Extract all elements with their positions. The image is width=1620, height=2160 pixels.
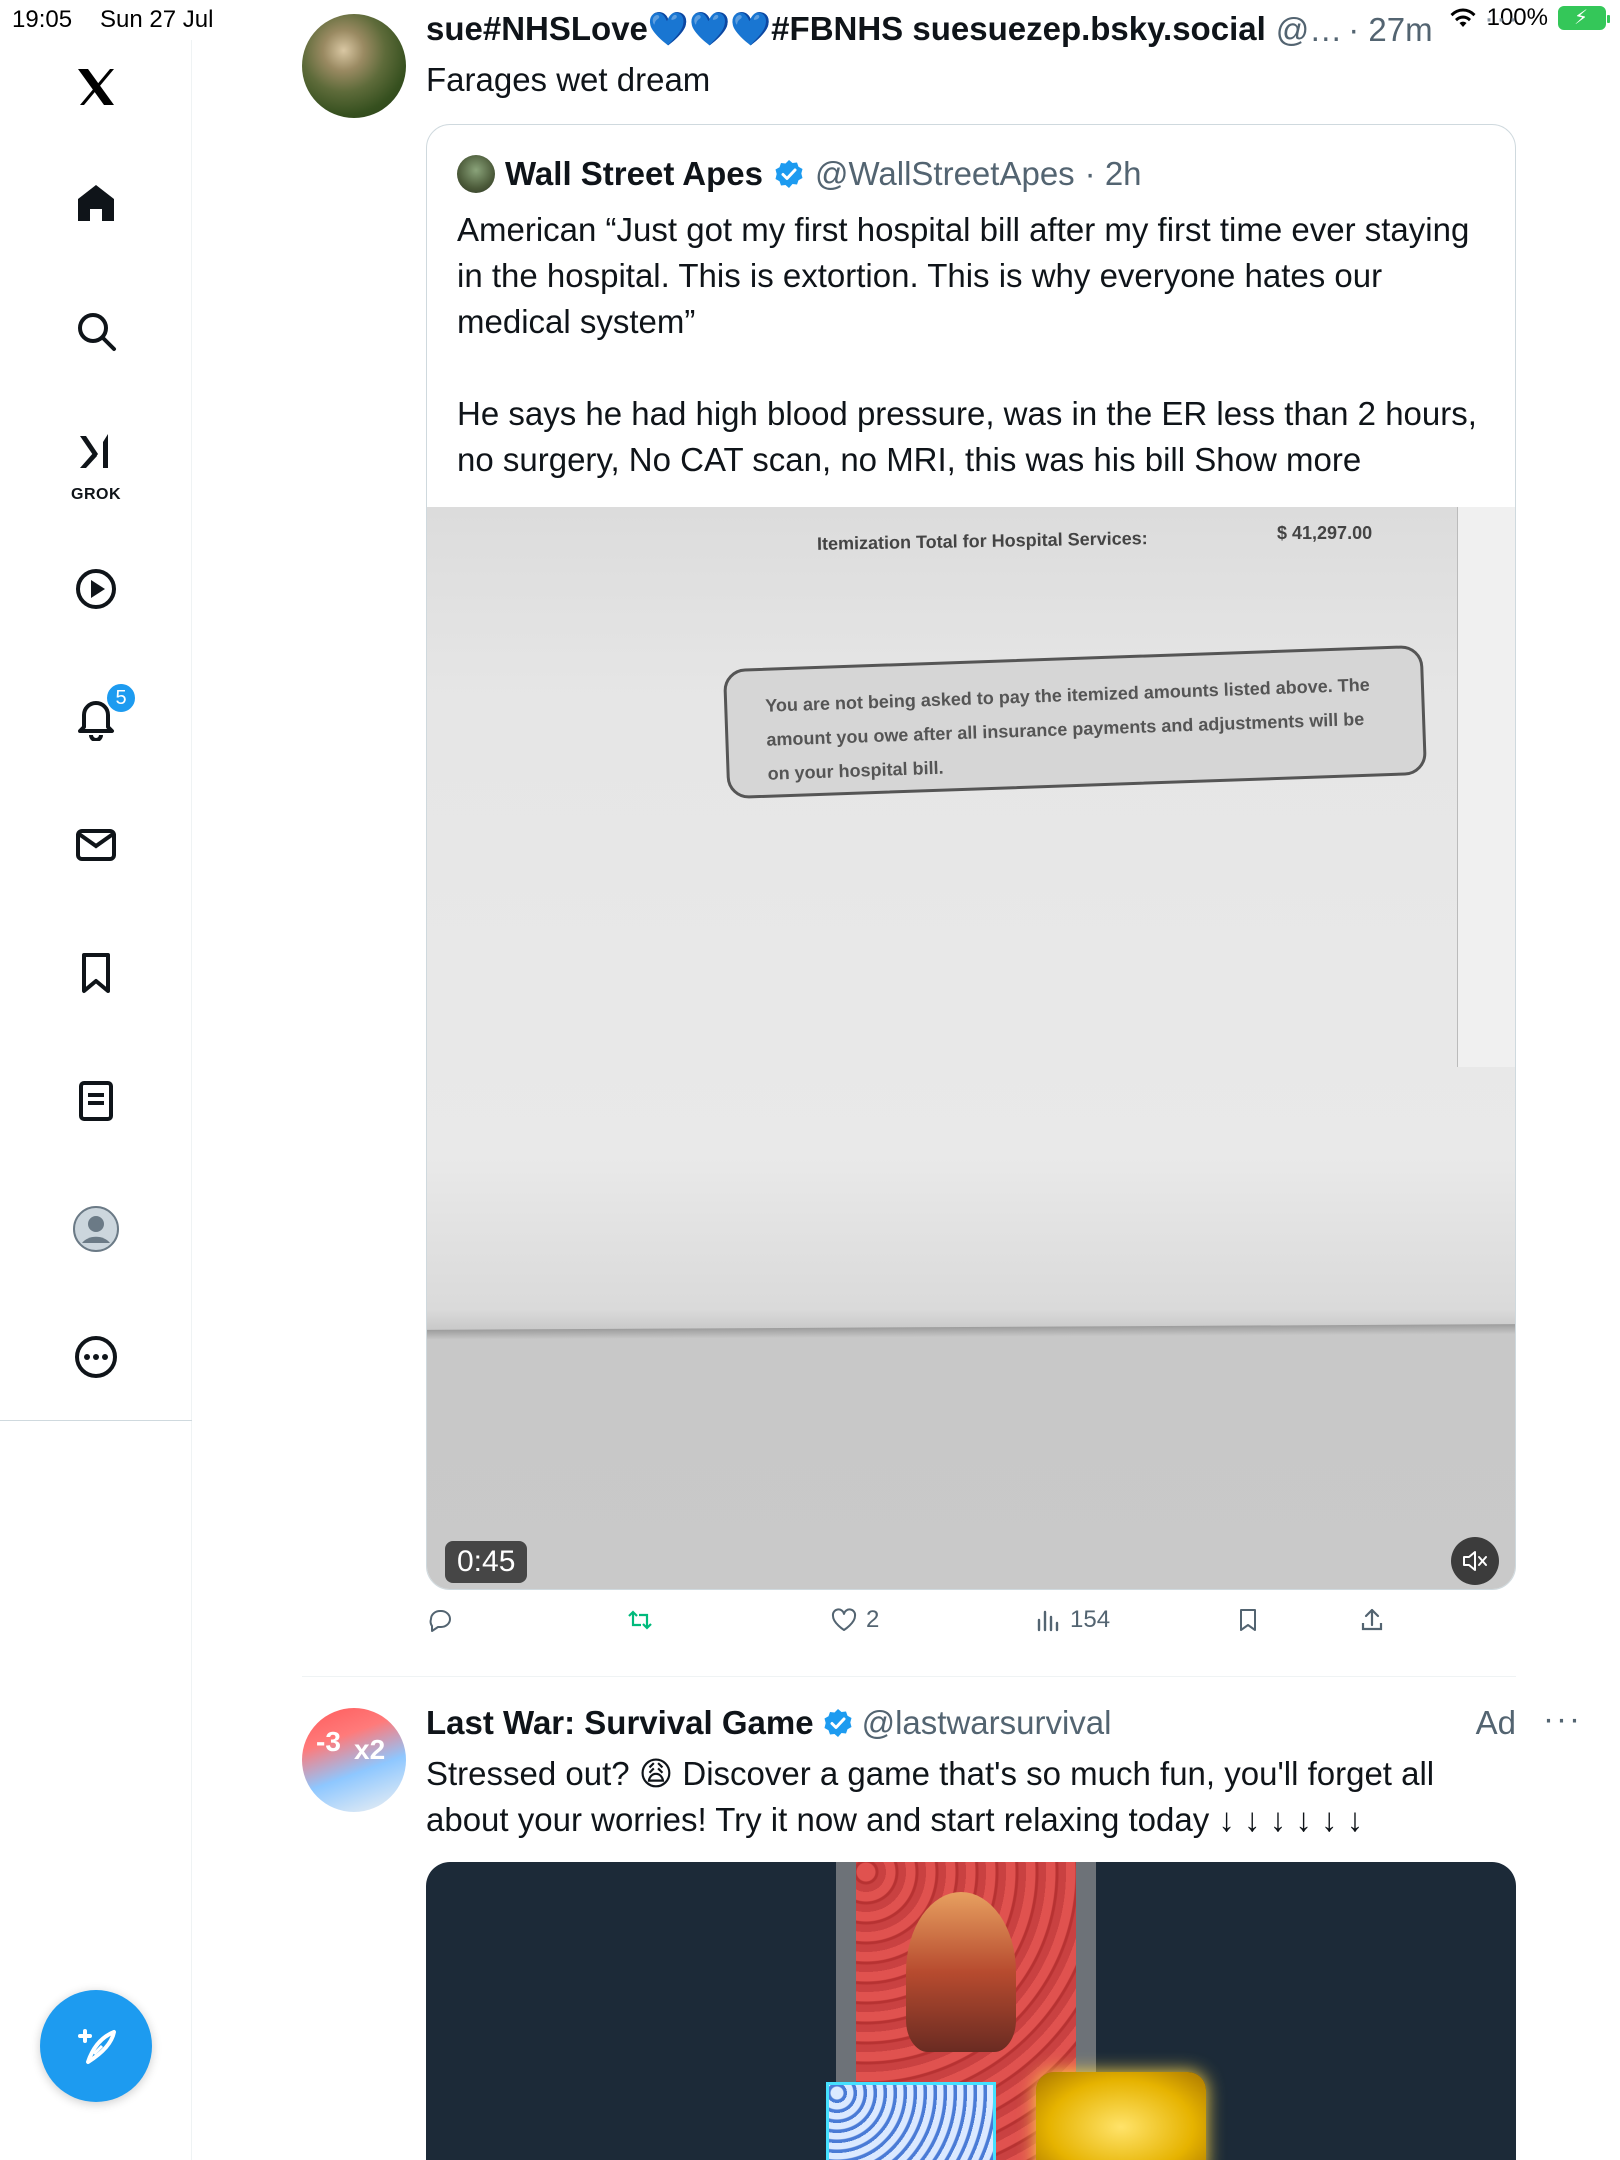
blue-squad [826, 2082, 996, 2160]
messages-icon[interactable] [51, 800, 141, 890]
ad-more-options-icon[interactable]: ··· [1543, 1700, 1582, 1738]
bookmark-icon [1240, 1609, 1256, 1631]
quote-avatar[interactable] [457, 155, 495, 193]
quote-paragraph-1: American “Just got my first hospital bil… [457, 211, 1470, 340]
views-button[interactable]: 154 [1034, 1606, 1110, 1634]
quote-display-name[interactable]: Wall Street Apes [505, 155, 763, 193]
bookmarks-icon[interactable] [51, 928, 141, 1018]
views-icon [1037, 1610, 1059, 1632]
retweet-button[interactable] [626, 1606, 654, 1634]
lists-icon[interactable] [51, 1056, 141, 1146]
mute-button[interactable] [1451, 1537, 1499, 1585]
sidebar: GROK 5 [0, 40, 192, 2160]
search-icon[interactable] [51, 286, 141, 376]
notification-badge: 5 [105, 682, 137, 714]
status-icons: 100% ⚡ [1449, 4, 1610, 32]
quote-header: Wall Street Apes @WallStreetApes · 2h [457, 155, 1142, 193]
x-logo-icon[interactable] [51, 42, 141, 132]
timestamp[interactable]: · 27m [1348, 11, 1432, 49]
video-icon[interactable] [51, 544, 141, 634]
verified-badge-icon [775, 160, 803, 188]
tweet-text: Farages wet dream [426, 61, 711, 98]
tweet-actions: 2 154 [426, 1606, 1426, 1646]
heart-icon [831, 1608, 857, 1631]
quote-text: American “Just got my first hospital bil… [457, 207, 1487, 483]
notifications-icon[interactable]: 5 [51, 672, 141, 762]
view-count: 154 [1070, 1606, 1111, 1633]
ad-avatar[interactable]: -3 x2 [302, 1708, 406, 1812]
quote-handle[interactable]: @WallStreetApes [815, 155, 1075, 193]
ad-label: Ad [1475, 1704, 1516, 1741]
home-icon[interactable] [51, 158, 141, 248]
sidebar-divider [0, 1420, 192, 1421]
like-button[interactable]: 2 [830, 1606, 879, 1634]
paper-label: Itemization Total for Hospital Services: [816, 528, 1148, 554]
paper-shadow [427, 1324, 1515, 1340]
display-name[interactable]: sue#NHSLove💙💙💙#FBNHS suesuezep.bsky.soci… [426, 10, 1266, 49]
status-date: Sun 27 Jul [100, 6, 214, 33]
ad-tweet-text: Stressed out? 😩 Discover a game that's s… [426, 1755, 1435, 1838]
share-button[interactable] [1358, 1606, 1386, 1634]
grok-icon[interactable]: GROK [51, 416, 141, 506]
retweet-icon [628, 1610, 652, 1630]
paper-edge [1457, 507, 1515, 1067]
verified-badge-icon [824, 1709, 852, 1737]
handle[interactable]: @… [1276, 11, 1343, 49]
share-icon [1361, 1608, 1383, 1631]
tweet-header: sue#NHSLove💙💙💙#FBNHS suesuezep.bsky.soci… [426, 10, 1433, 49]
bookmark-button[interactable] [1234, 1606, 1262, 1634]
more-icon[interactable] [51, 1312, 141, 1402]
status-time: 19:05 [12, 6, 73, 33]
show-more-link[interactable]: Show more [1194, 441, 1361, 478]
wifi-icon [1450, 8, 1476, 27]
grok-label: GROK [71, 486, 121, 503]
quote-timestamp[interactable]: · 2h [1085, 155, 1142, 193]
compose-button[interactable] [40, 1990, 152, 2102]
avatar-badge-times: x2 [354, 1734, 386, 1765]
muted-speaker-icon [1463, 1551, 1487, 1571]
video-player[interactable]: Itemization Total for Hospital Services:… [427, 507, 1515, 1589]
quoted-tweet[interactable]: Wall Street Apes @WallStreetApes · 2h Am… [426, 124, 1516, 1590]
more-options-icon[interactable]: ··· [1484, 2, 1520, 36]
reply-button[interactable] [426, 1606, 454, 1634]
avatar-badge-minus: -3 [316, 1726, 341, 1757]
video-duration: 0:45 [445, 1541, 528, 1583]
battery-icon: ⚡ [1558, 6, 1610, 30]
paper-notice: You are not being asked to pay the itemi… [722, 644, 1428, 800]
tweet-divider [302, 1676, 1516, 1677]
profile-icon[interactable] [51, 1184, 141, 1274]
paper-amount: $ 41,297.00 [1277, 523, 1373, 543]
gold-tank [1036, 2072, 1206, 2160]
ad-handle[interactable]: @lastwarsurvival [862, 1704, 1112, 1742]
hero-character [906, 1892, 1016, 2052]
ad-display-name[interactable]: Last War: Survival Game [426, 1704, 814, 1742]
like-count: 2 [866, 1606, 880, 1633]
ad-tweet-header: Last War: Survival Game @lastwarsurvival [426, 1704, 1111, 1742]
compose-icon [78, 2029, 116, 2064]
ad-media[interactable] [426, 1862, 1516, 2160]
reply-icon [429, 1610, 451, 1632]
avatar[interactable] [302, 14, 406, 118]
